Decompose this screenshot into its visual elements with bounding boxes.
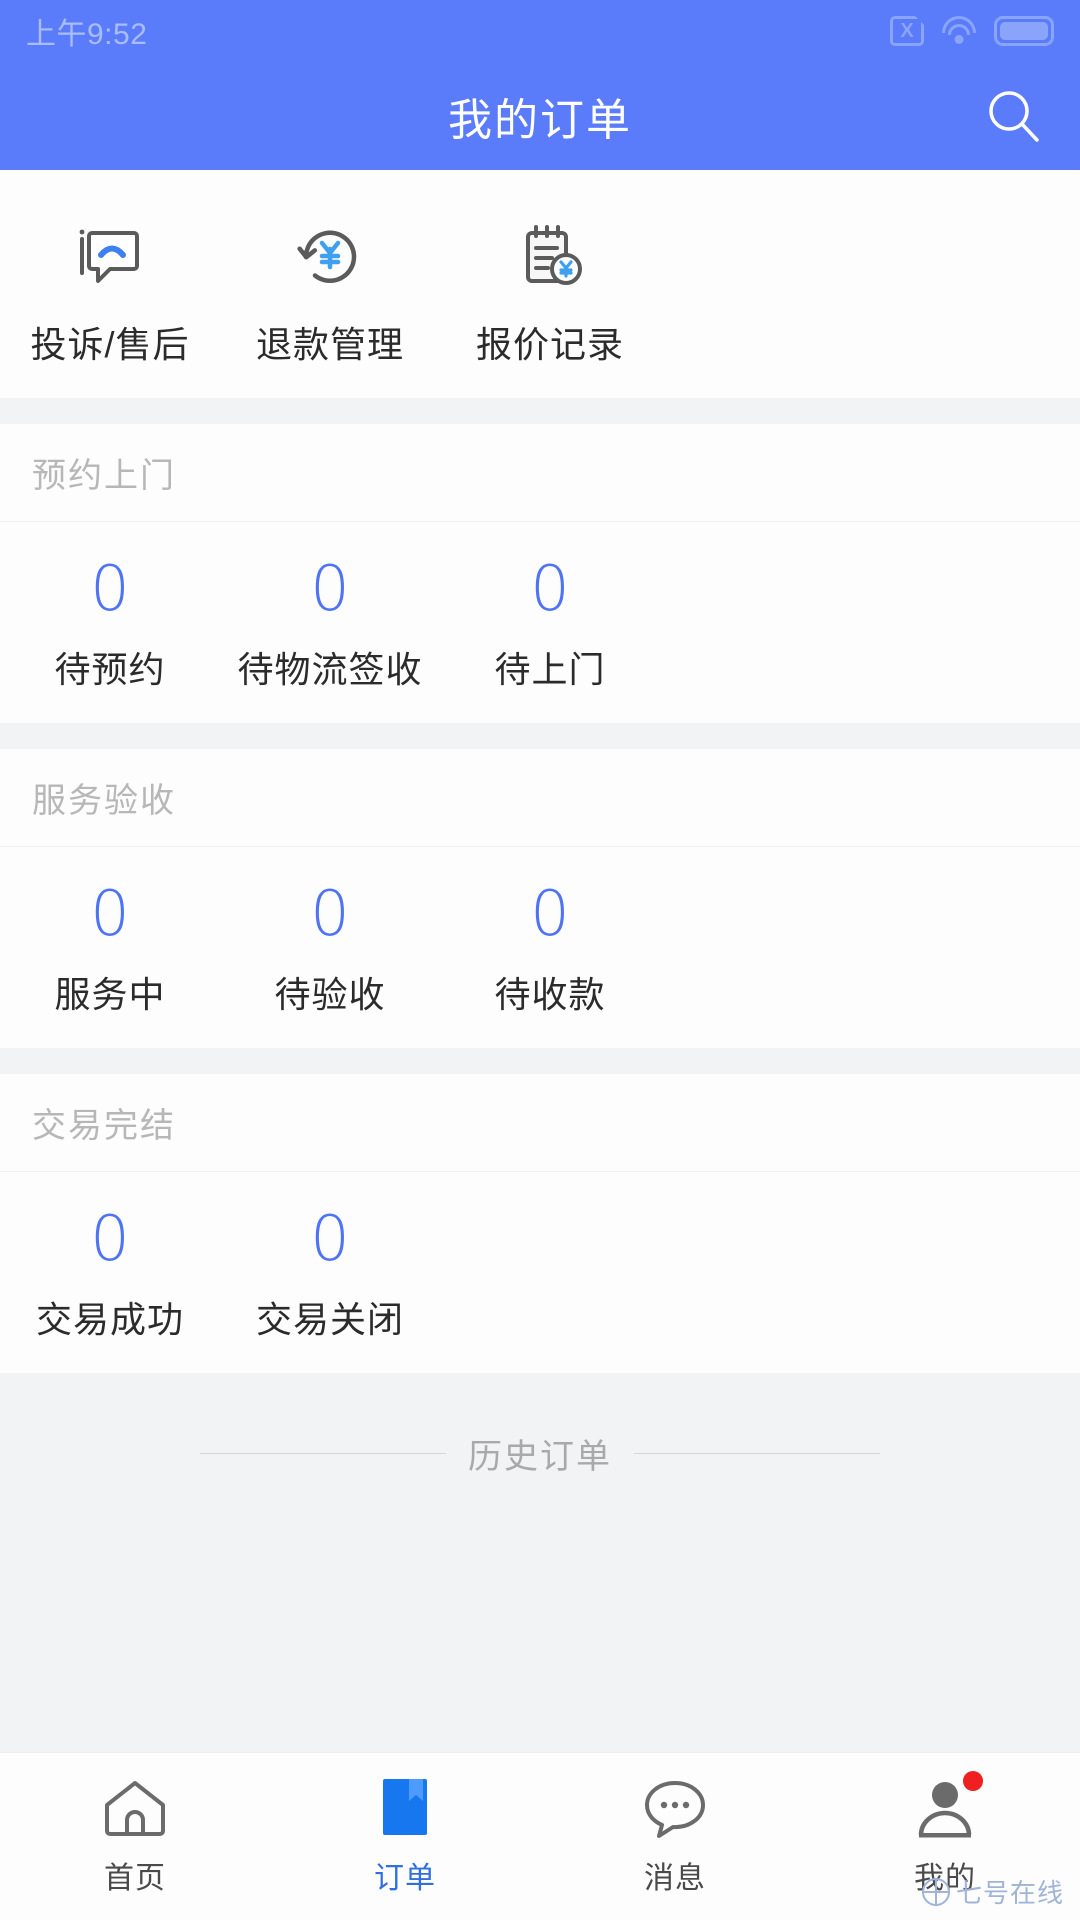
stat-count: 0 <box>310 877 350 951</box>
section-transaction-complete: 交易完结 0 交易成功 0 交易关闭 <box>0 1074 1080 1374</box>
tab-label: 首页 <box>104 1862 166 1895</box>
profile-icon <box>909 1767 983 1847</box>
app-bar: 我的订单 <box>0 62 1080 170</box>
stat-count: 0 <box>90 1202 130 1276</box>
stat-row: 0 交易成功 0 交易关闭 <box>0 1172 1080 1373</box>
stat-item-transaction-closed[interactable]: 0 交易关闭 <box>220 1206 440 1343</box>
quick-action-quotation[interactable]: 报价记录 <box>440 214 660 368</box>
stat-count: 0 <box>530 552 570 625</box>
section-title: 服务验收 <box>0 749 1080 848</box>
stat-item-in-service[interactable]: 0 服务中 <box>0 881 220 1018</box>
phone-screen: 上午9:52 X 我的订单 投诉/售后 退款管理 报价记录 预约上门 0 待预约… <box>0 0 1080 1920</box>
stat-label: 交易关闭 <box>255 1299 404 1341</box>
stat-row: 0 服务中 0 待验收 0 待收款 <box>0 847 1080 1048</box>
history-divider[interactable]: 历史订单 <box>0 1373 1080 1534</box>
quick-action-label: 退款管理 <box>255 324 404 365</box>
quick-action-label: 投诉/售后 <box>30 324 190 365</box>
watermark-text: 七号在线 <box>955 1878 1064 1908</box>
complaint-chat-icon <box>70 214 150 300</box>
tab-order[interactable]: 订单 <box>270 1767 540 1897</box>
stat-count: 0 <box>90 877 130 951</box>
stat-count: 0 <box>530 877 570 951</box>
bottom-tab-bar: 首页 订单 消息 我的 <box>0 1752 1080 1920</box>
quick-action-refund[interactable]: 退款管理 <box>220 214 440 368</box>
stat-label: 待验收 <box>274 974 386 1016</box>
stat-item-pending-logistics[interactable]: 0 待物流签收 <box>220 556 440 693</box>
quotation-record-icon <box>510 214 590 300</box>
profile-badge-dot <box>963 1771 983 1791</box>
history-divider-label: 历史订单 <box>468 1437 612 1476</box>
divider-line-right <box>634 1452 880 1454</box>
tab-home[interactable]: 首页 <box>0 1767 270 1897</box>
section-gap <box>0 1048 1080 1075</box>
stat-item-pending-appointment[interactable]: 0 待预约 <box>0 556 220 693</box>
stat-count: 0 <box>90 552 130 625</box>
order-icon <box>369 1767 441 1847</box>
stat-item-transaction-success[interactable]: 0 交易成功 <box>0 1206 220 1343</box>
stat-item-pending-visit[interactable]: 0 待上门 <box>440 556 660 693</box>
message-icon <box>639 1767 711 1847</box>
stat-label: 待预约 <box>54 649 166 691</box>
stat-row: 0 待预约 0 待物流签收 0 待上门 <box>0 522 1080 723</box>
section-title: 预约上门 <box>0 424 1080 522</box>
stat-count: 0 <box>310 1202 350 1276</box>
wifi-icon <box>940 16 978 46</box>
empty-area <box>0 1533 1080 1699</box>
section-gap <box>0 398 1080 424</box>
divider-line-left <box>200 1452 446 1454</box>
status-bar: 上午9:52 X <box>0 0 1080 62</box>
watermark: 七号在线 <box>921 1873 1064 1910</box>
tab-label: 订单 <box>374 1862 436 1895</box>
refund-yuan-icon <box>290 214 370 300</box>
stat-label: 待收款 <box>494 974 606 1016</box>
status-time: 上午9:52 <box>26 18 148 51</box>
status-icons: X <box>890 16 1054 46</box>
tab-message[interactable]: 消息 <box>540 1767 810 1897</box>
stat-label: 待物流签收 <box>237 649 423 691</box>
section-service-acceptance: 服务验收 0 服务中 0 待验收 0 待收款 <box>0 749 1080 1049</box>
tab-label: 消息 <box>644 1862 706 1895</box>
section-appointment: 预约上门 0 待预约 0 待物流签收 0 待上门 <box>0 424 1080 724</box>
quick-action-complaint[interactable]: 投诉/售后 <box>0 214 220 368</box>
quick-actions-row: 投诉/售后 退款管理 报价记录 <box>0 170 1080 398</box>
section-gap <box>0 723 1080 750</box>
home-icon <box>99 1767 171 1847</box>
section-title: 交易完结 <box>0 1074 1080 1173</box>
stat-label: 服务中 <box>54 974 166 1016</box>
stat-label: 待上门 <box>494 649 606 691</box>
stat-item-pending-acceptance[interactable]: 0 待验收 <box>220 881 440 1018</box>
stat-item-pending-payment[interactable]: 0 待收款 <box>440 881 660 1018</box>
sim-no-card-icon: X <box>890 16 924 46</box>
search-icon[interactable] <box>982 84 1046 148</box>
battery-icon <box>994 16 1054 46</box>
stat-label: 交易成功 <box>35 1299 184 1341</box>
globe-icon <box>921 1877 950 1906</box>
quick-action-label: 报价记录 <box>475 324 624 365</box>
page-title: 我的订单 <box>448 96 632 145</box>
stat-count: 0 <box>310 552 350 625</box>
